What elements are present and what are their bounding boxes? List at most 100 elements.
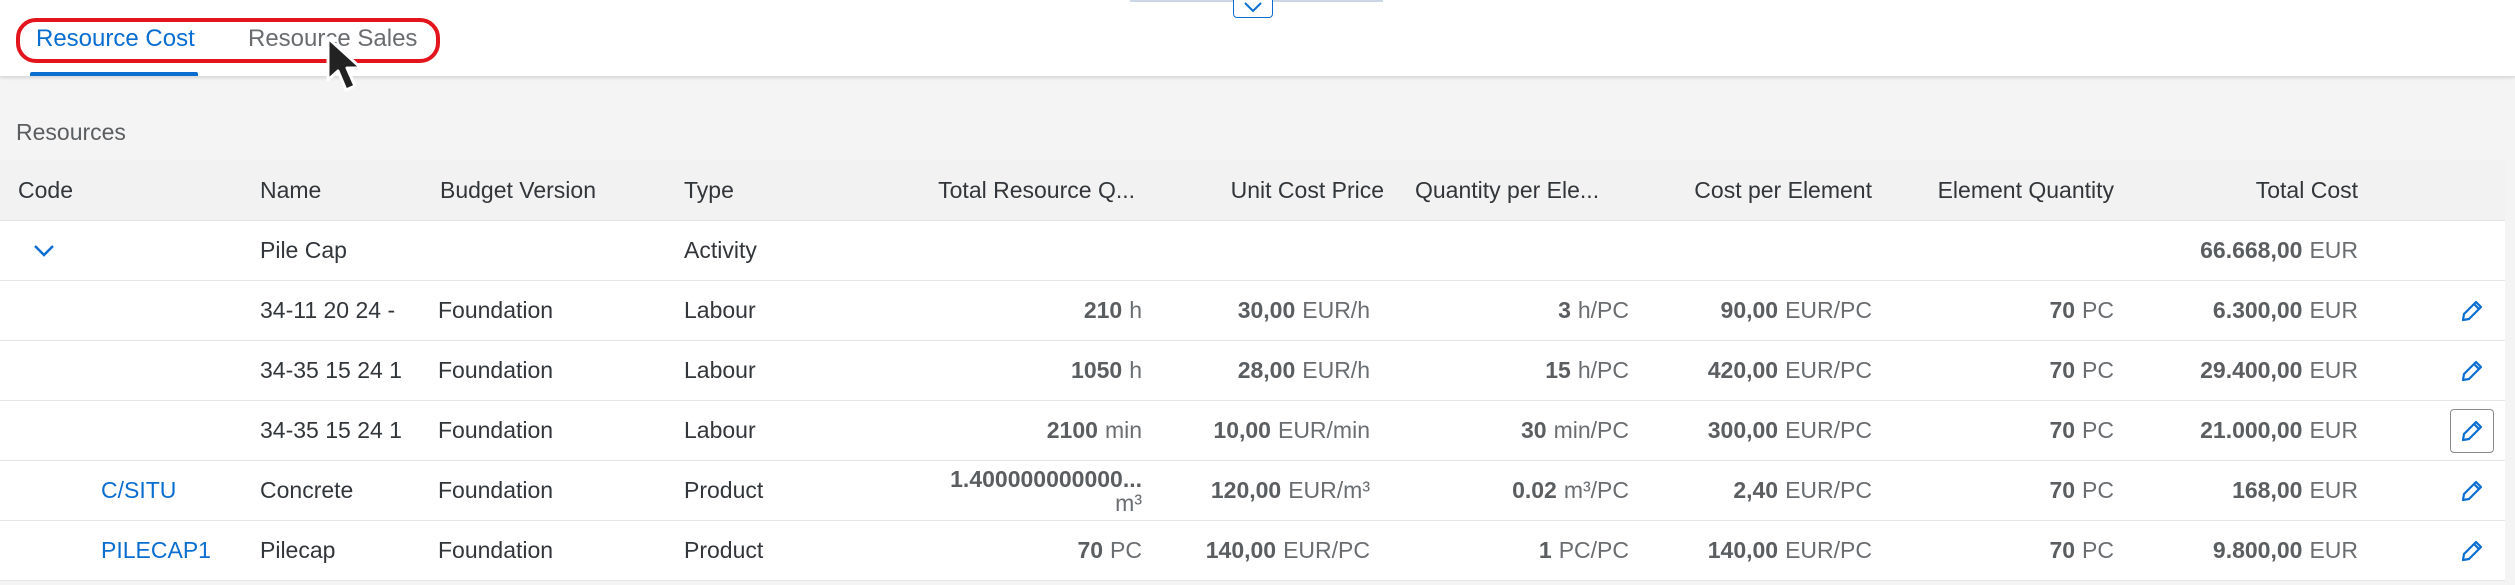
row-cost-per-element-value: 420,00 <box>1707 357 1779 383</box>
column-header-quantity-per-element[interactable]: Quantity per Ele... <box>1415 160 1599 220</box>
row-cost-per-element-unit: EUR/PC <box>1785 477 1872 503</box>
row-cost-per-element: 300,00 EUR/PC <box>1640 401 1872 460</box>
row-total-quantity-unit: h <box>1129 357 1142 383</box>
table-row[interactable]: C/SITU Concrete Foundation Product 1.400… <box>0 461 2505 521</box>
edit-row-button[interactable] <box>2450 349 2494 393</box>
row-total-quantity-unit: PC <box>1110 537 1142 563</box>
row-code[interactable]: C/SITU <box>101 461 176 520</box>
collapse-header-button[interactable] <box>1233 0 1273 18</box>
row-cost-per-element: 140,00 EUR/PC <box>1640 521 1872 580</box>
object-page-header: Resource Cost Resource Sales <box>0 0 2515 92</box>
row-element-quantity: 70 PC <box>1880 341 2114 400</box>
row-budget-version: Foundation <box>438 537 554 563</box>
mouse-pointer-icon <box>326 36 363 92</box>
row-cost-per-element: 90,00 EUR/PC <box>1640 281 1872 340</box>
row-unit-cost: 120,00 EUR/m³ <box>1150 461 1370 520</box>
column-header-budget-version[interactable]: Budget Version <box>440 160 596 220</box>
chevron-down-icon <box>34 244 54 257</box>
pencil-icon <box>2461 480 2483 502</box>
row-element-quantity-unit: PC <box>2082 537 2114 563</box>
row-element-quantity-unit: PC <box>2082 477 2114 503</box>
table-header-row: Code Name Budget Version Type Total Reso… <box>0 160 2505 221</box>
pencil-icon <box>2461 420 2483 442</box>
row-cost-per-element-value: 300,00 <box>1707 417 1779 443</box>
row-total-cost-value: 9.800,00 <box>2212 537 2303 563</box>
row-quantity-per-element-value: 15 <box>1545 357 1571 383</box>
row-budget-version: Foundation <box>438 357 554 383</box>
row-code[interactable]: PILECAP1 <box>101 521 211 580</box>
row-element-quantity-unit: PC <box>2082 357 2114 383</box>
row-unit-cost: 10,00 EUR/min <box>1150 401 1370 460</box>
row-unit-cost: 140,00 EUR/PC <box>1150 521 1370 580</box>
row-element-quantity-value: 70 <box>2049 477 2076 503</box>
selected-tab-indicator <box>30 72 198 76</box>
edit-row-button[interactable] <box>2450 529 2494 573</box>
row-total-quantity: 70 PC <box>860 521 1142 580</box>
row-cost-per-element-value: 90,00 <box>1720 297 1779 323</box>
row-quantity-per-element-unit: PC/PC <box>1558 537 1629 563</box>
row-quantity-per-element: 15 h/PC <box>1400 341 1629 400</box>
edit-row-button[interactable] <box>2450 409 2494 453</box>
row-budget-version: Foundation <box>438 417 554 443</box>
row-name: 34-35 15 24 1 <box>260 357 402 383</box>
table-row[interactable]: 34-11 20 24 - Foundation Labour 210 h 30,… <box>0 281 2505 341</box>
expand-toggle[interactable] <box>32 221 56 280</box>
edit-row-button[interactable] <box>2450 469 2494 513</box>
row-total-cost: 9.800,00 EUR <box>2120 521 2358 580</box>
row-element-quantity-unit: PC <box>2082 417 2114 443</box>
row-element-quantity: 70 PC <box>1880 461 2114 520</box>
row-total-cost-unit: EUR <box>2309 297 2358 323</box>
row-total-cost-value: 21.000,00 <box>2200 417 2303 443</box>
row-cost-per-element-unit: EUR/PC <box>1785 357 1872 383</box>
column-header-cost-per-element[interactable]: Cost per Element <box>1640 160 1872 220</box>
column-header-unit-cost-price[interactable]: Unit Cost Price <box>1150 160 1384 220</box>
row-total-quantity-unit: m³ <box>1115 489 1142 516</box>
row-unit-cost-unit: EUR/h <box>1302 357 1370 383</box>
row-unit-cost: 30,00 EUR/h <box>1150 281 1370 340</box>
row-cost-per-element-unit: EUR/PC <box>1785 417 1872 443</box>
table-row[interactable]: 34-35 15 24 1 Foundation Labour 1050 h 28… <box>0 341 2505 401</box>
row-unit-cost-unit: EUR/min <box>1277 417 1370 443</box>
row-total-quantity-unit: h <box>1129 297 1142 323</box>
table-row[interactable]: PILECAP1 Pilecap Foundation Product 70 PC… <box>0 521 2505 581</box>
row-quantity-per-element-value: 3 <box>1558 297 1571 323</box>
column-header-total-cost[interactable]: Total Cost <box>2120 160 2358 220</box>
column-header-total-resource-quantity[interactable]: Total Resource Q... <box>860 160 1135 220</box>
pencil-icon <box>2461 360 2483 382</box>
row-element-quantity-unit: PC <box>2082 297 2114 323</box>
column-header-code[interactable]: Code <box>18 160 73 220</box>
row-unit-cost-value: 140,00 <box>1205 537 1277 563</box>
row-element-quantity-value: 70 <box>2049 357 2076 383</box>
row-unit-cost-unit: EUR/h <box>1302 297 1370 323</box>
row-element-quantity-value: 70 <box>2049 417 2076 443</box>
row-unit-cost-unit: EUR/PC <box>1283 537 1370 563</box>
row-element-quantity: 70 PC <box>1880 521 2114 580</box>
pencil-icon <box>2461 300 2483 322</box>
row-element-quantity-value: 70 <box>2049 297 2076 323</box>
row-budget-version: Foundation <box>438 477 554 503</box>
row-quantity-per-element-value: 0.02 <box>1512 477 1557 503</box>
row-cost-per-element-unit: EUR/PC <box>1785 537 1872 563</box>
row-name: Concrete <box>260 477 354 503</box>
row-total-quantity-unit: min <box>1104 417 1142 443</box>
row-name: 34-11 20 24 - <box>260 297 396 323</box>
row-total-quantity-value: 210 <box>1083 297 1123 323</box>
column-header-type[interactable]: Type <box>684 160 734 220</box>
row-quantity-per-element: 0.02 m³/PC <box>1400 461 1629 520</box>
row-quantity-per-element-unit: min/PC <box>1553 417 1629 443</box>
row-total-quantity-value: 1.400000000000... <box>950 465 1142 492</box>
row-budget-version: Foundation <box>438 297 554 323</box>
row-total-cost-unit: EUR <box>2309 537 2358 563</box>
column-header-name[interactable]: Name <box>260 160 321 220</box>
row-quantity-per-element-value: 30 <box>1521 417 1547 443</box>
edit-row-button[interactable] <box>2450 289 2494 333</box>
table-row-group[interactable]: Pile Cap Activity 66.668,00 EUR <box>0 221 2505 281</box>
row-name: Pilecap <box>260 537 336 563</box>
row-element-quantity-value: 70 <box>2049 537 2076 563</box>
group-total-cost: 66.668,00 EUR <box>2120 221 2358 280</box>
row-cost-per-element: 420,00 EUR/PC <box>1640 341 1872 400</box>
table-row[interactable]: 34-35 15 24 1 Foundation Labour 2100 min … <box>0 401 2505 461</box>
column-header-element-quantity[interactable]: Element Quantity <box>1880 160 2114 220</box>
row-quantity-per-element: 3 h/PC <box>1400 281 1629 340</box>
row-total-cost-value: 168,00 <box>2232 477 2303 503</box>
